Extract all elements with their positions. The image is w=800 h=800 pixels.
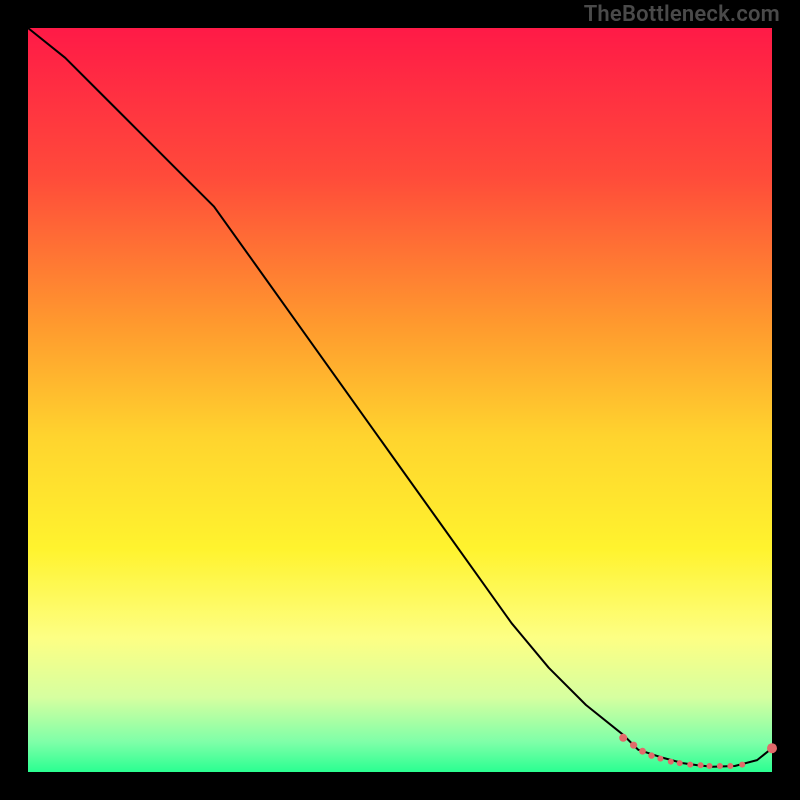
bottleneck-chart <box>0 0 800 800</box>
data-marker <box>668 759 674 765</box>
data-marker <box>677 760 683 766</box>
plot-area <box>28 28 772 772</box>
data-marker <box>630 742 637 749</box>
data-marker <box>767 743 777 753</box>
data-marker <box>739 762 745 768</box>
data-marker <box>687 762 693 768</box>
data-marker <box>648 752 654 758</box>
data-marker <box>698 762 704 768</box>
data-marker <box>727 763 733 769</box>
data-marker <box>639 748 646 755</box>
data-marker <box>657 756 663 762</box>
data-marker <box>707 763 713 769</box>
data-marker <box>717 763 723 769</box>
chart-frame: TheBottleneck.com <box>0 0 800 800</box>
data-marker <box>619 734 627 742</box>
